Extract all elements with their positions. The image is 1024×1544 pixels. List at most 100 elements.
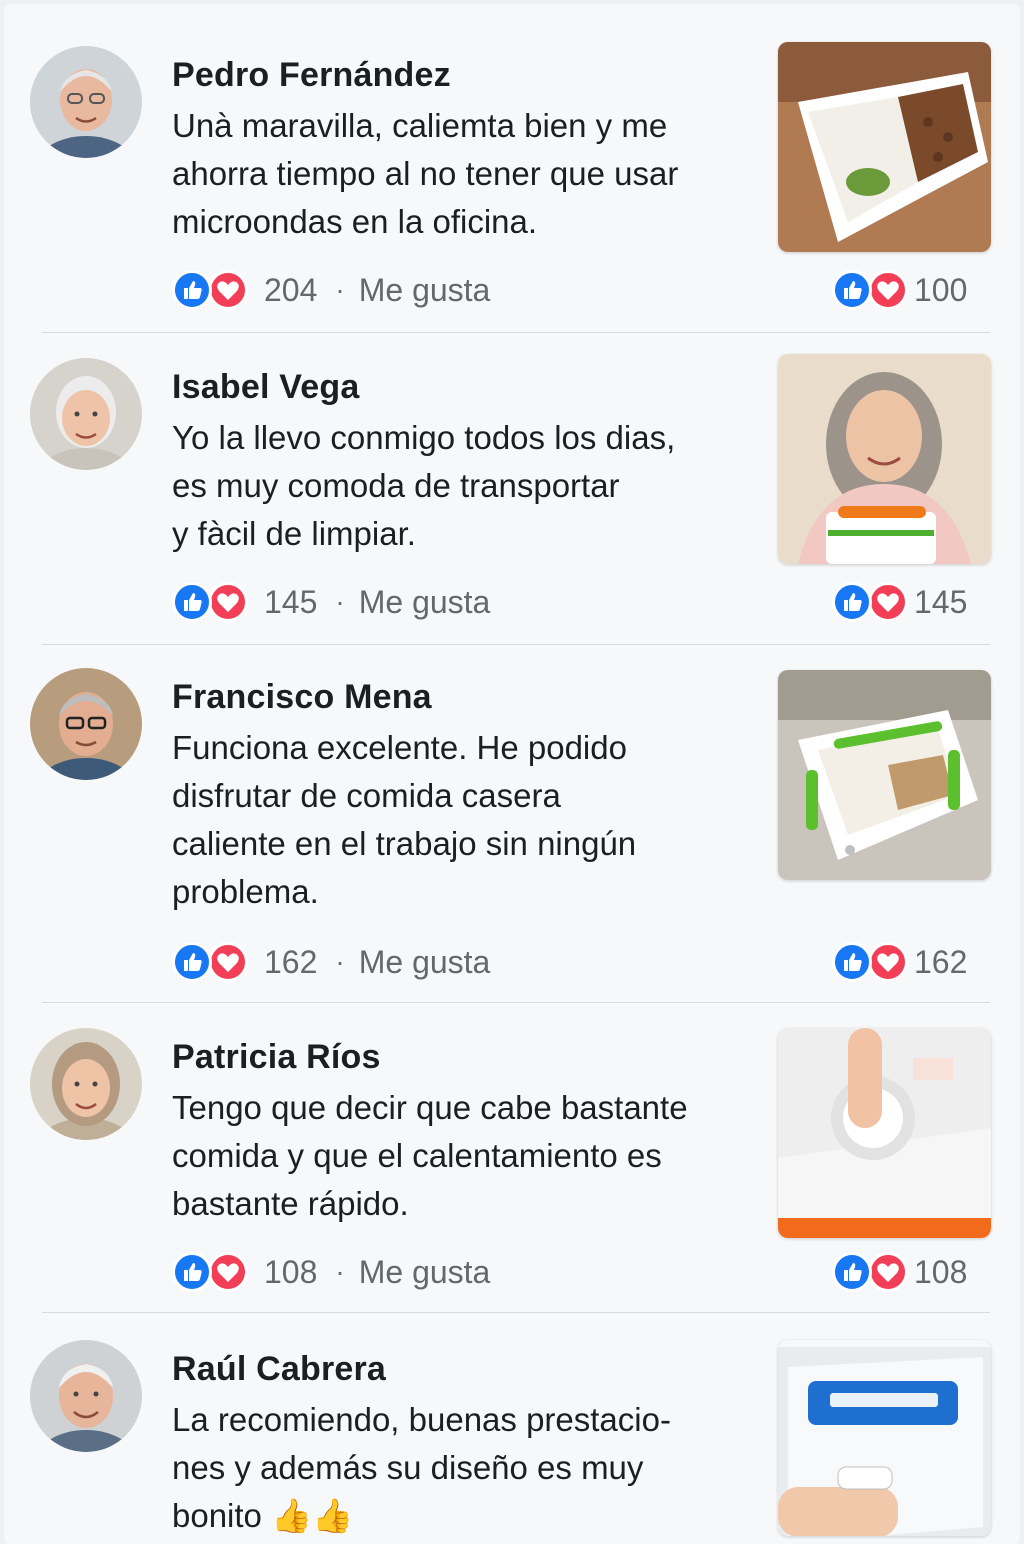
reaction-count: 145	[264, 583, 318, 620]
like-icon	[832, 942, 872, 982]
photo-reactions: 162	[832, 942, 967, 982]
reaction-count: 204	[264, 271, 318, 308]
reaction-icons[interactable]	[172, 582, 252, 622]
older-man-avatar-icon	[30, 1340, 142, 1452]
comment-text-line: ahorra tiempo al no tener que usar	[172, 155, 679, 192]
reaction-icons[interactable]	[832, 270, 908, 310]
love-icon	[208, 582, 248, 622]
comment-meta: 162 · Me gusta	[172, 942, 490, 982]
reaction-icons[interactable]	[832, 582, 908, 622]
like-icon	[172, 1252, 212, 1292]
comment-meta: 108 · Me gusta	[172, 1252, 490, 1292]
love-icon	[208, 270, 248, 310]
comment-text-line: bonito 👍👍	[172, 1497, 354, 1534]
lunchbox-food-photo-icon	[778, 42, 991, 252]
divider	[42, 332, 990, 333]
comment-text-line: La recomiendo, buenas prestacio-	[172, 1401, 671, 1438]
comment-text-line: Funciona excelente. He podido	[172, 729, 627, 766]
photo-reaction-count: 100	[914, 271, 968, 308]
comment-text-line: Tengo que decir que cabe bastante	[172, 1089, 688, 1126]
comment-item: Raúl Cabrera La recomiendo, buenas prest…	[30, 1332, 991, 1536]
avatar[interactable]	[30, 46, 142, 158]
avatar[interactable]	[30, 358, 142, 470]
comment-text-line: microondas en la oficina.	[172, 203, 538, 240]
photo-reactions: 145	[832, 582, 967, 622]
comment-item: Isabel Vega Yo la llevo conmigo todos lo…	[30, 350, 991, 650]
avatar[interactable]	[30, 668, 142, 780]
green-lunchbox-photo-icon	[778, 670, 991, 880]
older-woman-avatar-icon	[30, 358, 142, 470]
divider	[42, 1312, 990, 1313]
comment-text-line: es muy comoda de transportar	[172, 467, 620, 504]
comment-photo[interactable]	[778, 1340, 991, 1536]
older-man-avatar-icon	[30, 46, 142, 158]
like-icon	[832, 270, 872, 310]
reaction-icons[interactable]	[172, 942, 252, 982]
like-icon	[172, 270, 212, 310]
divider	[42, 644, 990, 645]
meta-separator: ·	[335, 1256, 345, 1287]
comment-meta: 204 · Me gusta	[172, 270, 490, 310]
comment-photo[interactable]	[778, 42, 991, 252]
comment-text-line: bastante rápido.	[172, 1185, 409, 1222]
divider	[42, 1002, 990, 1003]
comment-item: Francisco Mena Funciona excelente. He po…	[30, 660, 991, 1010]
comment-text-line: nes y además su diseño es muy	[172, 1449, 644, 1486]
comment-author[interactable]: Isabel Vega	[172, 368, 359, 407]
comment-photo[interactable]	[778, 1028, 991, 1238]
avatar[interactable]	[30, 1028, 142, 1140]
comment-text-line: Yo la llevo conmigo todos los dias,	[172, 419, 676, 456]
comment-item: Patricia Ríos Tengo que decir que cabe b…	[30, 1020, 991, 1320]
comment-text-line: Unà maravilla, caliemta bien y me	[172, 107, 668, 144]
reaction-count: 108	[264, 1253, 318, 1290]
meta-separator: ·	[335, 586, 345, 617]
like-link[interactable]: Me gusta	[359, 944, 491, 981]
like-icon	[832, 1252, 872, 1292]
love-icon	[868, 1252, 908, 1292]
meta-separator: ·	[335, 946, 345, 977]
love-icon	[208, 1252, 248, 1292]
comment-text-line: comida y que el calentamiento es	[172, 1137, 662, 1174]
like-icon	[832, 582, 872, 622]
comment-text-line: problema.	[172, 873, 319, 910]
comment-text: La recomiendo, buenas prestacio- nes y a…	[172, 1396, 772, 1540]
love-icon	[868, 270, 908, 310]
photo-reaction-count: 145	[914, 583, 968, 620]
comment-text: Funciona excelente. He podido disfrutar …	[172, 724, 772, 916]
older-woman-avatar-icon	[30, 1028, 142, 1140]
comment-author[interactable]: Francisco Mena	[172, 678, 432, 717]
comment-author[interactable]: Raúl Cabrera	[172, 1350, 386, 1389]
like-link[interactable]: Me gusta	[359, 1254, 491, 1291]
photo-reactions: 108	[832, 1252, 967, 1292]
comment-feed: Pedro Fernández Unà maravilla, caliemta …	[4, 4, 1020, 1544]
comment-photo[interactable]	[778, 670, 991, 880]
photo-reactions: 100	[832, 270, 967, 310]
comment-photo[interactable]	[778, 354, 991, 564]
comment-text-line: disfrutar de comida casera	[172, 777, 561, 814]
comment-text: Unà maravilla, caliemta bien y me ahorra…	[172, 102, 772, 246]
reaction-icons[interactable]	[832, 942, 908, 982]
like-link[interactable]: Me gusta	[359, 272, 491, 309]
love-icon	[868, 942, 908, 982]
love-icon	[208, 942, 248, 982]
like-icon	[172, 942, 212, 982]
like-link[interactable]: Me gusta	[359, 584, 491, 621]
comment-author[interactable]: Pedro Fernández	[172, 56, 451, 95]
comment-text-line: y fàcil de limpiar.	[172, 515, 416, 552]
comment-text: Tengo que decir que cabe bastante comida…	[172, 1084, 772, 1228]
comment-item: Pedro Fernández Unà maravilla, caliemta …	[30, 38, 991, 338]
comment-text: Yo la llevo conmigo todos los dias, es m…	[172, 414, 772, 558]
older-man-glasses-avatar-icon	[30, 668, 142, 780]
avatar[interactable]	[30, 1340, 142, 1452]
woman-holding-lunchbox-photo-icon	[778, 354, 991, 564]
reaction-icons[interactable]	[172, 270, 252, 310]
blue-lunchbox-plug-photo-icon	[778, 1347, 991, 1536]
reaction-count: 162	[264, 943, 318, 980]
reaction-icons[interactable]	[832, 1252, 908, 1292]
comment-author[interactable]: Patricia Ríos	[172, 1038, 381, 1077]
photo-reaction-count: 108	[914, 1253, 968, 1290]
photo-reaction-count: 162	[914, 943, 968, 980]
love-icon	[868, 582, 908, 622]
reaction-icons[interactable]	[172, 1252, 252, 1292]
comment-text-line: caliente en el trabajo sin ningún	[172, 825, 637, 862]
